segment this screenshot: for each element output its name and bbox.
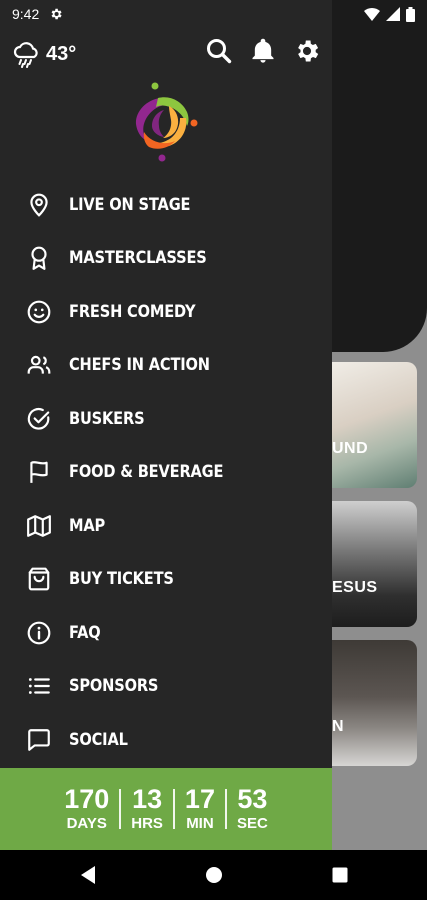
chat-bubble-icon <box>28 728 50 751</box>
menu-item-sponsors[interactable]: SPONSORS <box>0 660 332 714</box>
menu-item-buy-tickets[interactable]: BUY TICKETS <box>0 553 332 607</box>
bell-icon <box>252 38 274 63</box>
settings-notification-icon <box>51 8 62 20</box>
battery-icon <box>406 6 415 22</box>
status-time: 9:42 <box>12 6 40 22</box>
back-button[interactable] <box>73 860 103 890</box>
check-circle-icon <box>27 407 50 430</box>
countdown-days: 170 DAYS <box>54 784 119 834</box>
search-icon <box>207 39 232 64</box>
countdown-hours: 13 HRS <box>121 784 173 834</box>
shopping-bag-icon <box>28 567 50 591</box>
status-bar: 9:42 <box>0 0 427 28</box>
gear-icon <box>298 40 319 62</box>
back-triangle-icon <box>80 866 95 884</box>
menu-item-live-on-stage[interactable]: LIVE ON STAGE <box>0 178 332 232</box>
menu-item-fresh-comedy[interactable]: FRESH COMEDY <box>0 285 332 339</box>
menu-item-label: MAP <box>69 515 106 536</box>
recents-square-icon <box>332 867 347 883</box>
flag-icon <box>30 461 48 484</box>
countdown-timer: 170 DAYS 13 HRS 17 MIN 53 SEC <box>0 768 332 850</box>
notifications-button[interactable] <box>248 36 278 66</box>
countdown-minutes: 17 MIN <box>175 784 225 834</box>
wifi-icon <box>364 8 380 21</box>
menu-item-label: FOOD & BEVERAGE <box>69 462 224 483</box>
countdown-label: DAYS <box>66 815 107 832</box>
navigation-drawer: 43° LIVE ON STAGE MASTERCLASSES FRESH CO… <box>0 0 332 850</box>
countdown-label: HRS <box>131 815 163 832</box>
background-card[interactable]: UND <box>318 362 417 488</box>
menu-item-map[interactable]: MAP <box>0 499 332 553</box>
countdown-value: 170 <box>64 784 110 814</box>
weather-widget[interactable]: 43° <box>12 40 76 68</box>
menu-item-label: CHEFS IN ACTION <box>69 355 210 376</box>
info-icon <box>27 621 51 645</box>
background-card[interactable]: N <box>318 640 417 766</box>
menu-item-label: LIVE ON STAGE <box>69 194 191 215</box>
menu-item-buskers[interactable]: BUSKERS <box>0 392 332 446</box>
menu-item-social[interactable]: SOCIAL <box>0 713 332 767</box>
card-label: N <box>332 718 345 735</box>
menu-item-label: FRESH COMEDY <box>69 301 196 322</box>
festival-logo <box>135 82 198 162</box>
list-icon <box>28 678 50 695</box>
menu-item-faq[interactable]: FAQ <box>0 606 332 660</box>
countdown-value: 13 <box>132 784 163 814</box>
countdown-label: MIN <box>186 815 214 832</box>
background-card[interactable]: ESUS <box>318 501 417 627</box>
countdown-label: SEC <box>236 815 268 832</box>
smiley-icon <box>27 300 51 324</box>
temperature: 43° <box>46 42 77 65</box>
drawer-header: 43° <box>0 28 332 80</box>
menu-item-chefs-in-action[interactable]: CHEFS IN ACTION <box>0 339 332 393</box>
menu-item-label: BUY TICKETS <box>69 569 174 590</box>
award-ribbon-icon <box>31 246 47 271</box>
rain-cloud-icon <box>13 42 38 68</box>
card-label: UND <box>332 440 369 457</box>
settings-button[interactable] <box>292 36 322 66</box>
map-icon <box>27 514 51 537</box>
countdown-seconds: 53 SEC <box>227 784 278 834</box>
menu-item-food-beverage[interactable]: FOOD & BEVERAGE <box>0 446 332 500</box>
home-circle-icon <box>205 867 222 883</box>
search-button[interactable] <box>204 36 234 66</box>
card-label: ESUS <box>332 579 378 596</box>
signal-icon <box>386 7 400 21</box>
menu-item-label: SOCIAL <box>69 729 128 750</box>
menu-item-label: MASTERCLASSES <box>69 248 207 269</box>
countdown-value: 53 <box>237 784 268 814</box>
drawer-menu: LIVE ON STAGE MASTERCLASSES FRESH COMEDY… <box>0 178 332 767</box>
menu-item-label: SPONSORS <box>69 676 159 697</box>
people-icon <box>27 356 51 374</box>
home-button[interactable] <box>199 860 229 890</box>
countdown-value: 17 <box>184 784 215 814</box>
location-pin-icon <box>30 193 48 217</box>
menu-item-label: BUSKERS <box>69 408 145 429</box>
menu-item-masterclasses[interactable]: MASTERCLASSES <box>0 232 332 286</box>
recents-button[interactable] <box>325 860 355 890</box>
system-navigation-bar <box>0 850 427 900</box>
menu-item-label: FAQ <box>69 622 101 643</box>
